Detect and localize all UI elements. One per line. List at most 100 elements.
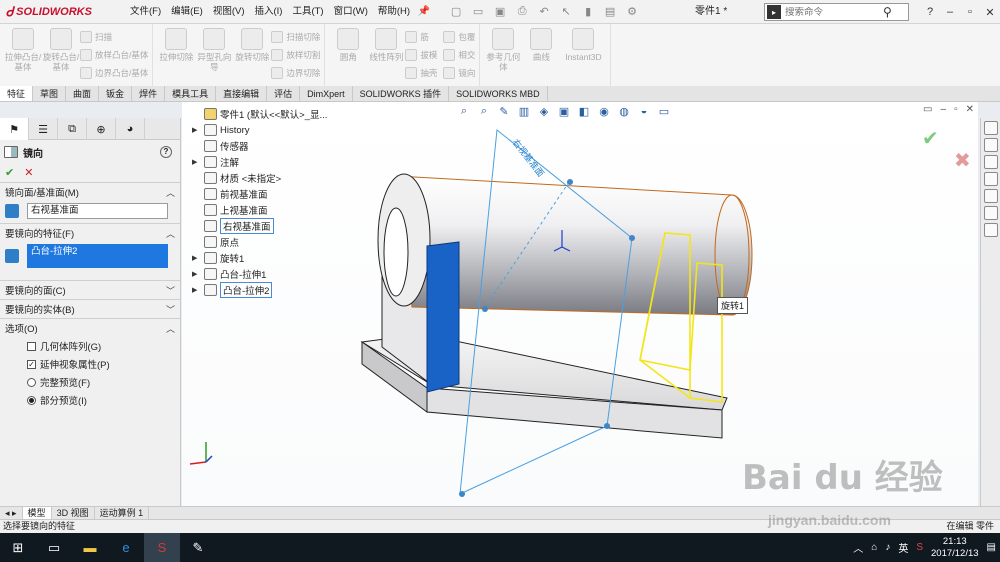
section-options-header[interactable]: 选项(O) ︿ — [0, 319, 180, 337]
property-manager-tab-icon[interactable]: ⚑ — [0, 118, 29, 140]
tab-weldments[interactable]: 焊件 — [132, 86, 166, 101]
minimize-icon[interactable]: – — [944, 6, 956, 18]
features-to-mirror-list[interactable]: 凸台-拉伸2 — [27, 244, 168, 268]
cancel-button[interactable]: ✕ — [24, 166, 33, 179]
clock[interactable]: 21:13 2017/12/13 — [931, 536, 979, 560]
hide-show-icon[interactable]: ◉ — [597, 104, 611, 118]
instant3d-button[interactable]: Instant3D — [560, 28, 606, 62]
appearances-icon[interactable] — [983, 189, 998, 203]
expand-arrow-icon[interactable]: ▶ — [192, 254, 204, 262]
options-gear-icon[interactable]: ⚙ — [623, 4, 641, 20]
plane-handle[interactable] — [567, 179, 573, 185]
chevron-up-icon[interactable]: ︿ — [166, 322, 175, 335]
hole-wizard-button[interactable]: 异型孔向导 — [195, 28, 233, 72]
revolve-boss-button[interactable]: 旋转凸台/基体 — [42, 28, 80, 72]
search-input[interactable] — [781, 6, 881, 18]
tab-mbd[interactable]: SOLIDWORKS MBD — [449, 86, 548, 101]
edit-appearance-icon[interactable]: ◍ — [617, 104, 631, 118]
mirror-face-field[interactable]: 右视基准面 — [27, 203, 168, 219]
view-palette-icon[interactable] — [983, 172, 998, 186]
mirror-button[interactable]: 镜向 — [443, 66, 475, 80]
tab-scroll-arrows-icon[interactable]: ◂ ▸ — [0, 507, 23, 519]
solidworks-taskbar-icon[interactable]: S — [144, 533, 180, 562]
radio-selected[interactable] — [27, 395, 36, 405]
boundary-boss-button[interactable]: 边界凸台/基体 — [80, 66, 148, 80]
view-orientation-icon[interactable]: ▣ — [557, 104, 571, 118]
option-propagate-visual[interactable]: ✓ 延伸视象属性(P) — [0, 355, 180, 373]
tree-item-origin[interactable]: 原点 — [192, 234, 327, 250]
plane-handle[interactable] — [629, 235, 635, 241]
tree-item-boss-extrude1[interactable]: ▶ 凸台-拉伸1 — [192, 266, 327, 282]
tab-motion-study[interactable]: 运动算例 1 — [95, 507, 150, 519]
chevron-down-icon[interactable]: ﹀ — [166, 284, 175, 297]
maximize-icon[interactable]: ▫ — [964, 6, 976, 18]
plane-handle[interactable] — [482, 306, 488, 312]
view-settings-icon[interactable]: ▭ — [657, 104, 671, 118]
forum-icon[interactable] — [983, 223, 998, 237]
boundary-cut-button[interactable]: 边界切除 — [271, 66, 320, 80]
section-bodies-header[interactable]: 要镜向的实体(B) ﹀ — [0, 300, 180, 318]
paint-app-icon[interactable]: ✎ — [180, 533, 216, 562]
plane-handle[interactable] — [459, 491, 465, 497]
chevron-up-icon[interactable]: ︿ — [166, 227, 175, 240]
extrude-cut-button[interactable]: 拉伸切除 — [157, 28, 195, 62]
tree-item-sensors[interactable]: 传感器 — [192, 138, 327, 154]
wrap-button[interactable]: 包覆 — [443, 30, 475, 44]
edge-browser-icon[interactable]: e — [108, 533, 144, 562]
linear-pattern-button[interactable]: 线性阵列 — [367, 28, 405, 62]
expand-arrow-icon[interactable]: ▶ — [192, 158, 204, 166]
fillet-button[interactable]: 圆角 — [329, 28, 367, 62]
draft-button[interactable]: 拔模 — [405, 48, 437, 62]
rib-button[interactable]: 筋 — [405, 30, 437, 44]
menu-edit[interactable]: 编辑(E) — [166, 0, 208, 24]
viewport-restore-icon[interactable]: ▭ — [923, 104, 932, 115]
file-explorer-taskbar-icon[interactable]: ▬ — [72, 533, 108, 562]
option-geometry-pattern[interactable]: 几何体阵列(G) — [0, 337, 180, 355]
radio-unselected[interactable] — [27, 377, 36, 387]
tree-item-top-plane[interactable]: 上视基准面 — [192, 202, 327, 218]
task-view-icon[interactable]: ▭ — [36, 533, 72, 562]
tab-surfaces[interactable]: 曲面 — [66, 86, 100, 101]
tray-chevron-icon[interactable]: ︿ — [853, 540, 863, 555]
pin-icon[interactable]: 📌 — [415, 6, 433, 17]
swept-cut-button[interactable]: 扫描切除 — [271, 30, 320, 44]
configuration-tab-icon[interactable]: ⧉ — [58, 118, 87, 140]
shell-button[interactable]: 抽壳 — [405, 66, 437, 80]
confirm-ok-icon[interactable]: ✔ — [922, 126, 939, 151]
tree-root[interactable]: 零件1 (默认<<默认>_显... — [192, 106, 327, 122]
feature-tree-tab-icon[interactable]: ☰ — [29, 118, 58, 140]
file-explorer-icon[interactable] — [983, 155, 998, 169]
file-props-icon[interactable]: ▤ — [601, 4, 619, 20]
dynamic-annotation-icon[interactable]: ◈ — [537, 104, 551, 118]
confirm-cancel-icon[interactable]: ✖ — [954, 148, 971, 173]
display-style-icon[interactable]: ◧ — [577, 104, 591, 118]
tab-model[interactable]: 模型 — [22, 507, 52, 519]
viewport-maximize-icon[interactable]: ▫ — [954, 104, 958, 115]
display-manager-tab-icon[interactable]: ◕ — [116, 118, 145, 140]
tab-evaluate[interactable]: 评估 — [267, 86, 301, 101]
tree-item-material[interactable]: 材质 <未指定> — [192, 170, 327, 186]
print-icon[interactable]: ⎙ — [513, 4, 531, 20]
expand-arrow-icon[interactable]: ▶ — [192, 270, 204, 278]
tree-item-history[interactable]: ▶ History — [192, 122, 327, 138]
tree-item-annotations[interactable]: ▶ 注解 — [192, 154, 327, 170]
checkbox-checked[interactable]: ✓ — [27, 359, 36, 369]
help-icon[interactable]: ? — [924, 6, 936, 18]
menu-tools[interactable]: 工具(T) — [287, 0, 328, 24]
apply-scene-icon[interactable]: ◒ — [637, 104, 651, 118]
tab-dimxpert[interactable]: DimXpert — [300, 86, 353, 101]
chevron-up-icon[interactable]: ︿ — [166, 186, 175, 199]
network-icon[interactable]: ⌂ — [871, 542, 877, 553]
menu-insert[interactable]: 插入(I) — [249, 0, 287, 24]
expand-arrow-icon[interactable]: ▶ — [192, 286, 204, 294]
sogou-input-icon[interactable]: S — [916, 542, 923, 553]
menu-file[interactable]: 文件(F) — [125, 0, 166, 24]
select-icon[interactable]: ↖ — [557, 4, 575, 20]
intersect-button[interactable]: 相交 — [443, 48, 475, 62]
previous-view-icon[interactable]: ✎ — [497, 104, 511, 118]
expand-arrow-icon[interactable]: ▶ — [192, 126, 204, 134]
reference-geometry-button[interactable]: 参考几何体 — [484, 28, 522, 72]
search-icon[interactable]: ⚲ — [883, 5, 892, 19]
ok-button[interactable]: ✔ — [5, 166, 14, 179]
viewport-close-icon[interactable]: ✕ — [966, 104, 974, 115]
